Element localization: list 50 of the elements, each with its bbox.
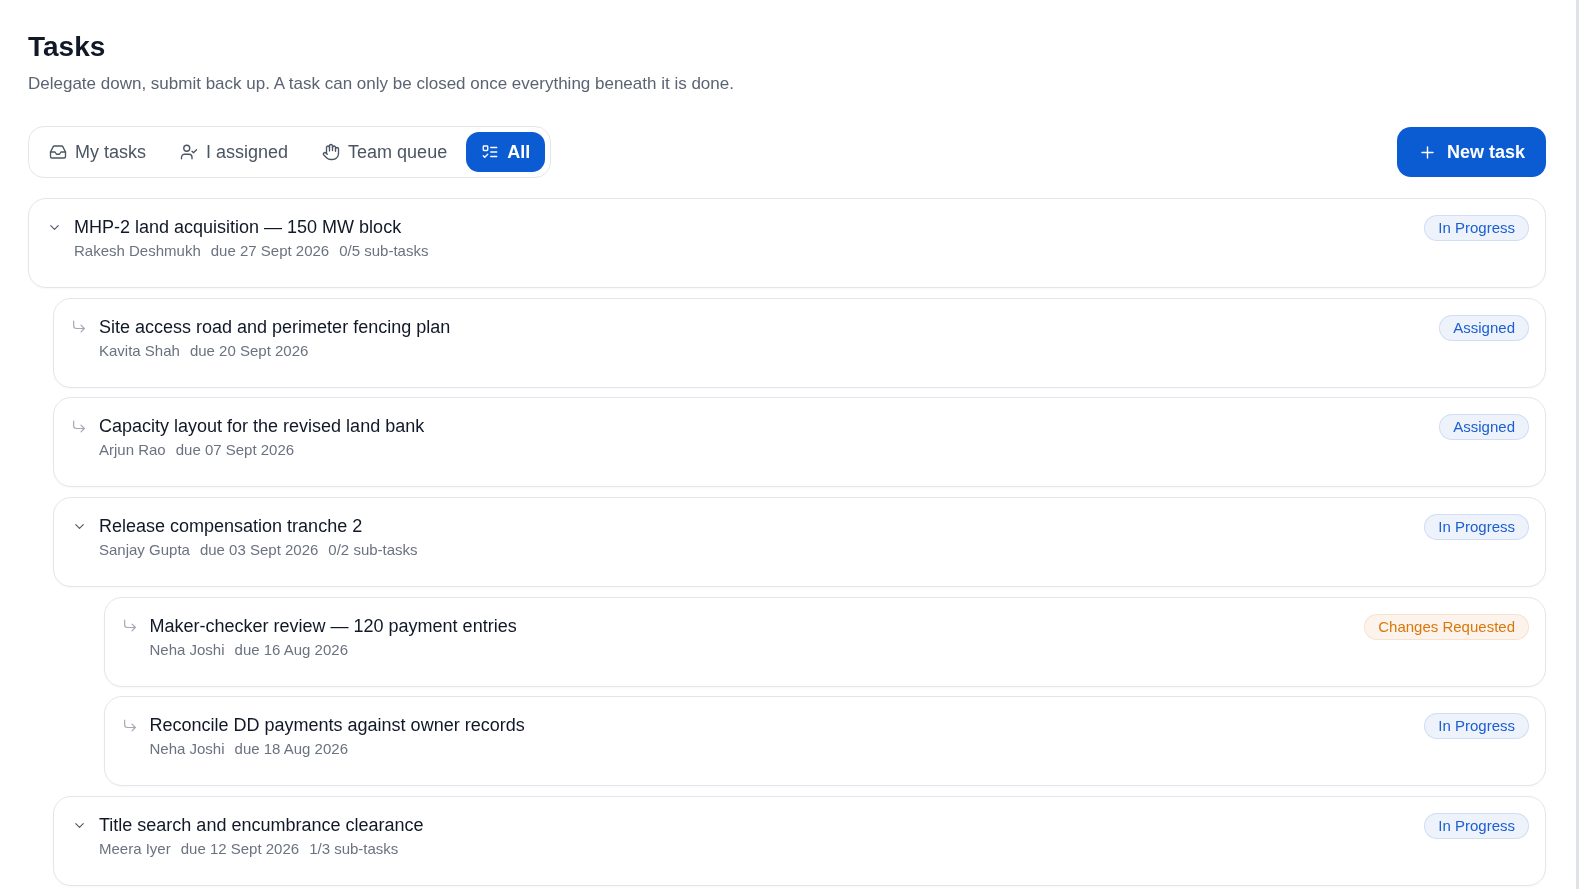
subtask-count: 0/5 sub-tasks (339, 241, 429, 261)
new-task-button[interactable]: New task (1396, 127, 1546, 177)
hand-icon (322, 143, 341, 161)
tab[interactable]: All (466, 132, 546, 172)
task-title: Capacity layout for the revised land bank (99, 415, 425, 439)
task-card[interactable]: Maker-checker review — 120 payment entries Neha Joshi due 16 Aug 2026 Changes Requested (103, 596, 1546, 687)
status-badge: Assigned (1439, 414, 1529, 441)
task-title: Site access road and perimeter fencing plan (99, 315, 451, 339)
task-card[interactable]: Reconcile DD payments against owner records Neha Joshi due 18 Aug 2026 In Progress (103, 696, 1546, 787)
subtask-count: 0/2 sub-tasks (328, 540, 418, 561)
tab[interactable]: My tasks (34, 132, 161, 172)
assignee-name: Rakesh Deshmukh (74, 241, 201, 261)
assignee-name: Kavita Shah (99, 340, 180, 361)
tab[interactable]: Team queue (307, 132, 463, 172)
inbox-icon (49, 143, 67, 161)
task-title: MHP-2 land acquisition — 150 MW block (74, 216, 403, 239)
tab[interactable]: I assigned (165, 132, 304, 172)
status-badge: In Progress (1424, 514, 1529, 541)
due-date: due 03 Sept 2026 (199, 540, 319, 561)
assignee-name: Neha Joshi (149, 639, 225, 660)
task-title: Release compensation tranche 2 (99, 515, 364, 539)
due-date: due 12 Sept 2026 (180, 839, 300, 860)
assignee-name: Sanjay Gupta (99, 540, 190, 561)
due-date: due 18 Aug 2026 (234, 739, 348, 760)
status-badge: In Progress (1424, 713, 1529, 740)
page-subtitle: Delegate down, submit back up. A task can only be closed once everything beneath it is done. (28, 73, 734, 95)
status-badge: Changes Requested (1364, 613, 1529, 640)
status-badge: Assigned (1439, 314, 1529, 341)
task-card[interactable]: Release compensation tranche 2 Sanjay Gupta due 03 Sept 2026 0/2 sub-tasks In Progress (53, 497, 1546, 588)
assignee-name: Meera Iyer (99, 839, 171, 860)
task-title: Maker-checker review — 120 payment entries (149, 614, 517, 638)
scrollbar-thumb[interactable] (1576, 0, 1579, 889)
user-check-icon (180, 143, 198, 161)
status-badge: In Progress (1424, 813, 1529, 840)
checklist-icon (481, 143, 500, 161)
due-date: due 27 Sept 2026 (210, 241, 330, 261)
due-date: due 20 Sept 2026 (189, 340, 309, 361)
task-card[interactable]: MHP-2 land acquisition — 150 MW block Rakesh Deshmukh due 27 Sept 2026 0/5 sub-tasks In Progress (28, 198, 1546, 288)
task-card[interactable]: Capacity layout for the revised land bank Arjun Rao due 07 Sept 2026 Assigned (53, 397, 1546, 488)
assignee-name: Arjun Rao (99, 440, 166, 461)
due-date: due 16 Aug 2026 (234, 639, 348, 660)
task-card[interactable]: Site access road and perimeter fencing plan Kavita Shah due 20 Sept 2026 Assigned (53, 297, 1546, 388)
task-title: Title search and encumbrance clearance (99, 814, 424, 838)
status-badge: In Progress (1424, 215, 1529, 241)
page-title: Tasks (28, 30, 106, 64)
task-title: Reconcile DD payments against owner records (149, 714, 525, 738)
due-date: due 07 Sept 2026 (175, 440, 295, 461)
assignee-name: Neha Joshi (149, 739, 225, 760)
task-card[interactable]: Title search and encumbrance clearance Meera Iyer due 12 Sept 2026 1/3 sub-tasks In Progress (53, 796, 1546, 887)
subtask-count: 1/3 sub-tasks (309, 839, 399, 860)
